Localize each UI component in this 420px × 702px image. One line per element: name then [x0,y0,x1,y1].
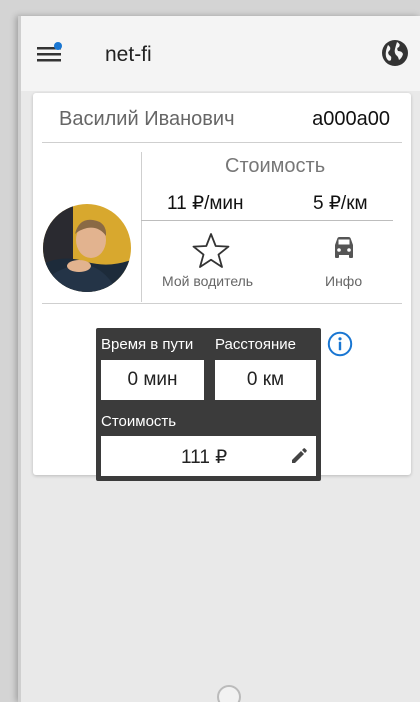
vertical-divider [141,152,142,302]
trip-distance-value: 0 км [246,369,285,390]
trip-cost-field[interactable]: 111 ₽ [101,436,316,476]
driver-avatar[interactable] [43,204,131,292]
rate-per-km: 5 ₽/км [313,193,368,214]
trip-cost-label: Стоимость [101,413,177,430]
globe-icon[interactable] [380,38,410,68]
trip-distance-label: Расстояние [215,336,297,353]
phone-screen: net-fi Василий Иванович а000а00 Стоимост… [18,16,420,702]
trip-info-box: Время в пути Расстояние 0 мин 0 км Стоим… [96,328,321,481]
rates-divider [141,220,393,221]
license-plate: а000а00 [312,108,390,130]
pricing-title: Стоимость [225,155,326,177]
rate-per-minute: 11 ₽/мин [167,193,244,214]
app-bar: net-fi [21,16,420,91]
trip-distance-field: 0 км [215,360,316,400]
avatar-photo-icon [43,204,131,292]
app-title: net-fi [105,43,152,66]
driver-row: Василий Иванович а000а00 [42,93,402,143]
driver-name: Василий Иванович [59,108,235,130]
car-icon[interactable] [329,233,359,263]
section-divider [42,303,402,304]
my-driver-label[interactable]: Мой водитель [162,273,253,289]
info-label[interactable]: Инфо [325,273,362,289]
info-circle-icon[interactable] [327,331,353,357]
trip-time-value: 0 мин [127,369,178,390]
home-indicator[interactable] [217,685,241,702]
trip-time-label: Время в пути [101,336,194,353]
trip-cost-value: 111 ₽ [181,447,228,468]
trip-time-field: 0 мин [101,360,204,400]
hamburger-menu-icon[interactable] [37,42,65,64]
star-icon[interactable] [191,231,231,271]
driver-card: Василий Иванович а000а00 Стоимость 11 ₽/… [33,93,411,481]
pencil-icon[interactable] [290,447,308,465]
